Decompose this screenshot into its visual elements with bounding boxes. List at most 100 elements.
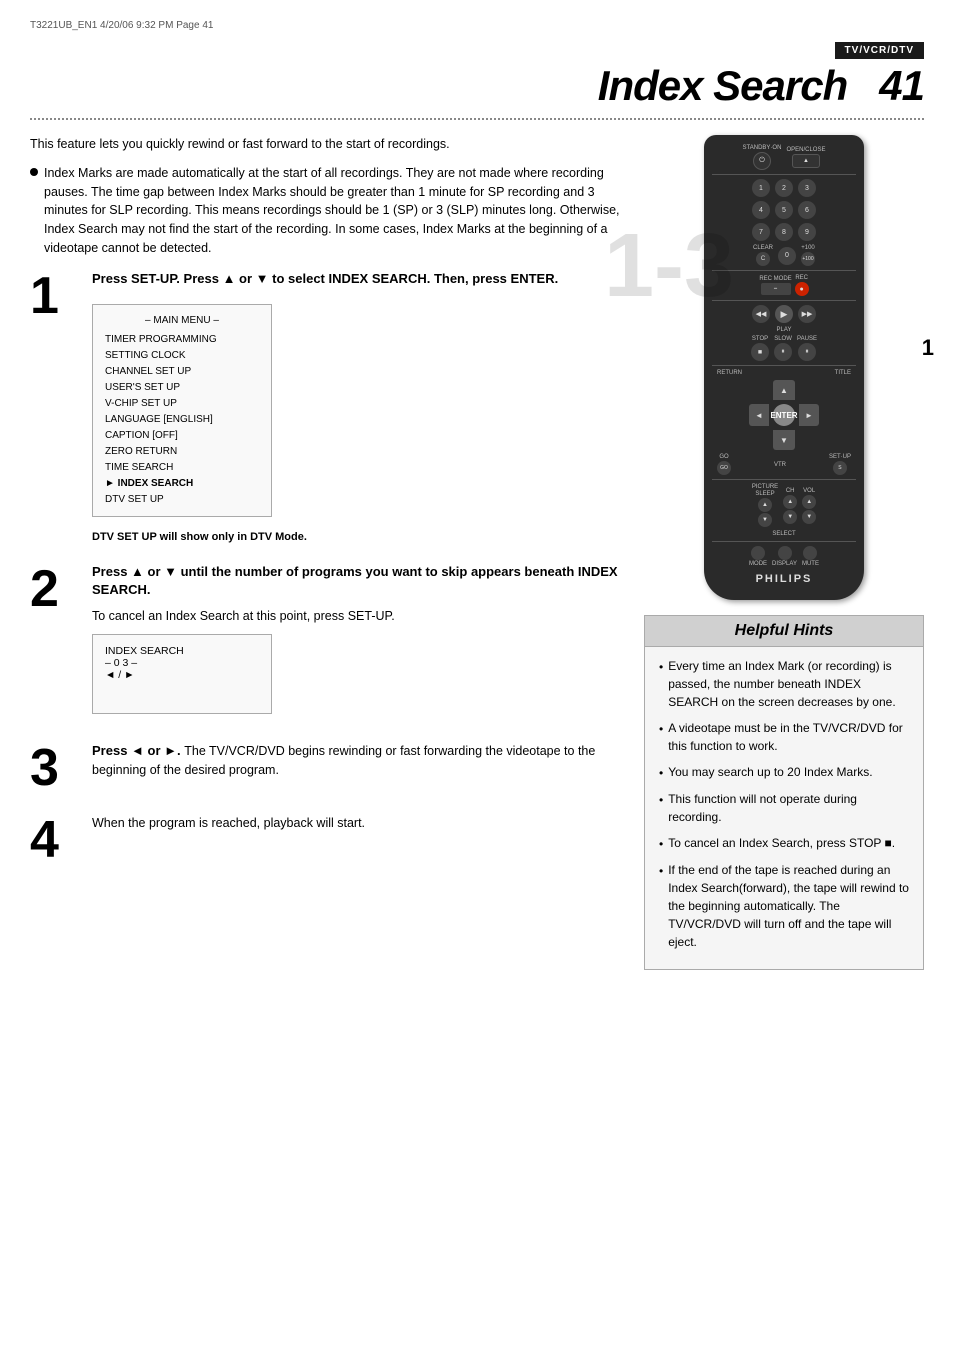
hint-text-6: If the end of the tape is reached during… bbox=[668, 861, 909, 951]
play-button[interactable]: ▶ bbox=[775, 305, 793, 323]
pause-label: PAUSE bbox=[797, 336, 817, 342]
menu-item-6: LANGUAGE [ENGLISH] bbox=[105, 412, 259, 428]
step-2-number: 2 bbox=[30, 563, 75, 615]
go-button[interactable]: GO bbox=[717, 461, 731, 475]
mute-button[interactable] bbox=[803, 546, 817, 560]
step-2-content: Press ▲ or ▼ until the number of program… bbox=[92, 563, 624, 722]
menu-item-10-active: ► INDEX SEARCH bbox=[105, 476, 259, 492]
standby-button[interactable]: ⏻ bbox=[753, 152, 771, 170]
menu-item-7: CAPTION [OFF] bbox=[105, 428, 259, 444]
picture-down-button[interactable]: ▼ bbox=[758, 513, 772, 527]
stop-label: STOP bbox=[752, 336, 768, 342]
display-button[interactable] bbox=[778, 546, 792, 560]
menu-item-11: DTV SET UP bbox=[105, 492, 259, 508]
rec-mode-row: REC MODE ━ REC ● bbox=[712, 275, 856, 296]
hint-bullet-6: • bbox=[659, 862, 663, 951]
meta-line: T3221UB_EN1 4/20/06 9:32 PM Page 41 bbox=[30, 20, 924, 31]
return-title-row: RETURN TITLE bbox=[712, 370, 856, 376]
ch-up-button[interactable]: ▲ bbox=[783, 495, 797, 509]
rew-button[interactable]: ◀◀ bbox=[752, 305, 770, 323]
num-1-button[interactable]: 1 bbox=[752, 179, 770, 197]
step-1-number: 1 bbox=[30, 270, 75, 322]
stop-button[interactable]: ■ bbox=[751, 343, 769, 361]
hint-item-4: • This function will not operate during … bbox=[659, 790, 909, 826]
remote-divider-1 bbox=[712, 174, 856, 175]
hints-content: • Every time an Index Mark (or recording… bbox=[645, 647, 923, 969]
picture-ch-vol-row: PICTURE SLEEP ▲ ▼ CH ▲ ▼ VOL ▲ bbox=[712, 484, 856, 527]
num-7-button[interactable]: 7 bbox=[752, 223, 770, 241]
transport-row: ◀◀ ▶ ▶▶ bbox=[712, 305, 856, 323]
display-line2: – 0 3 – bbox=[105, 657, 259, 669]
step-1-title: Press SET-UP. Press ▲ or ▼ to select IND… bbox=[92, 270, 624, 288]
remote-divider-4 bbox=[712, 365, 856, 366]
num-5-button[interactable]: 5 bbox=[775, 201, 793, 219]
rec-mode-button[interactable]: ━ bbox=[761, 283, 791, 295]
slow-label: SLOW bbox=[774, 336, 792, 342]
title-text: Index Search bbox=[598, 62, 847, 109]
remote-top-row: STANDBY·ON ⏻ OPEN/CLOSE ▲ bbox=[712, 145, 856, 170]
hint-bullet-5: • bbox=[659, 835, 663, 853]
hint-text-4: This function will not operate during re… bbox=[668, 790, 909, 826]
display-line1: INDEX SEARCH bbox=[105, 645, 259, 657]
standby-label: STANDBY·ON bbox=[743, 145, 782, 151]
tv-vcr-badge: TV/VCR/DTV bbox=[835, 42, 924, 59]
hints-title: Helpful Hints bbox=[645, 616, 923, 647]
vtr-label: VTR bbox=[774, 462, 786, 468]
nav-up-button[interactable]: ▲ bbox=[773, 380, 795, 400]
num-3-button[interactable]: 3 bbox=[798, 179, 816, 197]
ch-down-button[interactable]: ▼ bbox=[783, 510, 797, 524]
vol-down-button[interactable]: ▼ bbox=[802, 510, 816, 524]
open-close-button[interactable]: ▲ bbox=[792, 154, 820, 168]
num-row-2: 4 5 6 bbox=[712, 201, 856, 219]
ff-button[interactable]: ▶▶ bbox=[798, 305, 816, 323]
nav-left-button[interactable]: ◄ bbox=[749, 404, 769, 426]
mode-button[interactable] bbox=[751, 546, 765, 560]
hint-item-3: • You may search up to 20 Index Marks. bbox=[659, 763, 909, 782]
step-3: 3 Press ◄ or ►. The TV/VCR/DVD begins re… bbox=[30, 742, 624, 794]
num-2-button[interactable]: 2 bbox=[775, 179, 793, 197]
num-4-button[interactable]: 4 bbox=[752, 201, 770, 219]
step-1-menu-box: – MAIN MENU – TIMER PROGRAMMING SETTING … bbox=[92, 304, 272, 517]
nav-down-button[interactable]: ▼ bbox=[773, 430, 795, 450]
step-1: 1 Press SET-UP. Press ▲ or ▼ to select I… bbox=[30, 270, 624, 543]
vol-up-button[interactable]: ▲ bbox=[802, 495, 816, 509]
hint-item-6: • If the end of the tape is reached duri… bbox=[659, 861, 909, 951]
setup-button[interactable]: S bbox=[833, 461, 847, 475]
plus100-button[interactable]: +100 bbox=[801, 252, 815, 266]
hint-bullet-1: • bbox=[659, 658, 663, 711]
return-label: RETURN bbox=[717, 370, 742, 376]
slow-button[interactable]: ⏸ bbox=[774, 343, 792, 361]
enter-button[interactable]: ENTER bbox=[773, 404, 795, 426]
menu-item-1: TIMER PROGRAMMING bbox=[105, 332, 259, 348]
hint-text-3: You may search up to 20 Index Marks. bbox=[668, 763, 872, 782]
step-1-arrow-label: 1 bbox=[922, 335, 934, 361]
mute-label: MUTE bbox=[802, 561, 819, 567]
clear-button[interactable]: C bbox=[756, 252, 770, 266]
mode-label: MODE bbox=[749, 561, 767, 567]
page-container: T3221UB_EN1 4/20/06 9:32 PM Page 41 TV/V… bbox=[0, 0, 954, 1351]
hint-item-1: • Every time an Index Mark (or recording… bbox=[659, 657, 909, 711]
right-column: 1-3 1 STANDBY·ON ⏻ OPEN/CLOSE ▲ bbox=[644, 135, 924, 970]
main-layout: This feature lets you quickly rewind or … bbox=[30, 135, 924, 970]
num-0-button[interactable]: 0 bbox=[778, 247, 796, 265]
remote: STANDBY·ON ⏻ OPEN/CLOSE ▲ 1 2 3 bbox=[704, 135, 864, 600]
step-4-desc: When the program is reached, playback wi… bbox=[92, 814, 624, 833]
num-8-button[interactable]: 8 bbox=[775, 223, 793, 241]
step-4: 4 When the program is reached, playback … bbox=[30, 814, 624, 866]
rec-button[interactable]: ● bbox=[795, 282, 809, 296]
pause-button[interactable]: ⏸ bbox=[798, 343, 816, 361]
hint-item-5: • To cancel an Index Search, press STOP … bbox=[659, 834, 909, 853]
num-9-button[interactable]: 9 bbox=[798, 223, 816, 241]
step-1-content: Press SET-UP. Press ▲ or ▼ to select IND… bbox=[92, 270, 624, 543]
sleep-label: SLEEP bbox=[755, 491, 774, 497]
step-2-title: Press ▲ or ▼ until the number of program… bbox=[92, 563, 624, 599]
nav-right-button[interactable]: ► bbox=[799, 404, 819, 426]
num-6-button[interactable]: 6 bbox=[798, 201, 816, 219]
step-3-title: Press ◄ or ►. bbox=[92, 743, 181, 758]
rec-mode-label: REC MODE bbox=[759, 276, 791, 282]
step-3-number: 3 bbox=[30, 742, 75, 794]
picture-button[interactable]: ▲ bbox=[758, 498, 772, 512]
nav-cluster: ▲ ▼ ◄ ► ENTER bbox=[749, 380, 819, 450]
ch-label: CH bbox=[786, 488, 795, 494]
hint-text-5: To cancel an Index Search, press STOP ■. bbox=[668, 834, 895, 853]
